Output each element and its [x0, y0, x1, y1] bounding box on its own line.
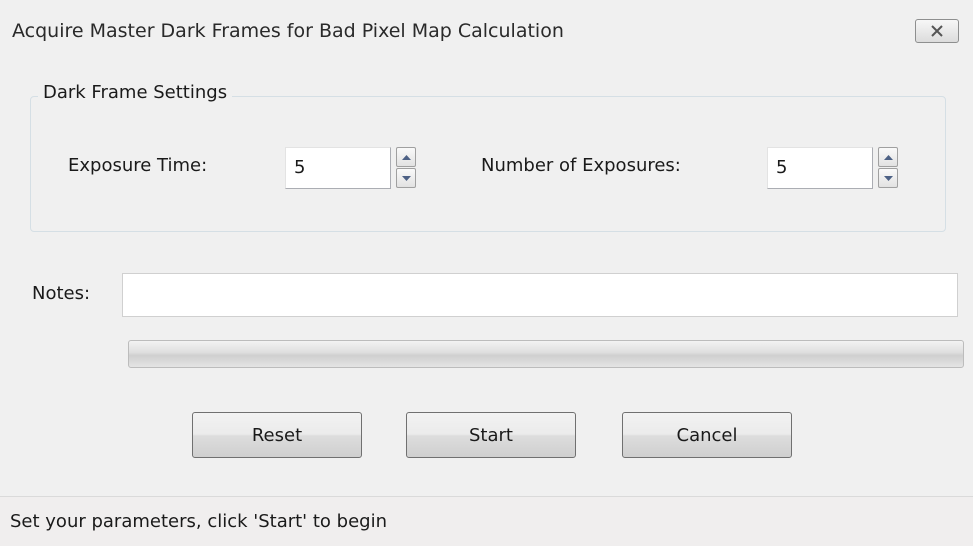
close-x-icon [931, 25, 943, 37]
exposure-time-spinner [396, 147, 416, 189]
notes-input[interactable] [122, 273, 958, 317]
arrow-up-icon [401, 154, 411, 160]
progress-bar [128, 340, 964, 368]
arrow-down-icon [883, 175, 893, 181]
arrow-down-icon [401, 175, 411, 181]
exposure-time-input[interactable]: 5 [285, 147, 391, 189]
arrow-up-icon [883, 154, 893, 160]
exposure-time-label: Exposure Time: [68, 155, 208, 176]
dialog-window: Acquire Master Dark Frames for Bad Pixel… [0, 0, 973, 546]
title-bar[interactable]: Acquire Master Dark Frames for Bad Pixel… [0, 0, 973, 64]
status-text: Set your parameters, click 'Start' to be… [10, 511, 387, 532]
number-of-exposures-down-button[interactable] [878, 168, 898, 188]
reset-button[interactable]: Reset [192, 412, 362, 458]
dark-frame-settings-legend: Dark Frame Settings [38, 82, 233, 103]
cancel-button[interactable]: Cancel [622, 412, 792, 458]
exposure-time-up-button[interactable] [396, 147, 416, 167]
start-button[interactable]: Start [406, 412, 576, 458]
number-of-exposures-up-button[interactable] [878, 147, 898, 167]
notes-label: Notes: [32, 283, 91, 304]
close-button[interactable] [915, 19, 959, 43]
number-of-exposures-spinner [878, 147, 898, 189]
exposure-time-down-button[interactable] [396, 168, 416, 188]
number-of-exposures-label: Number of Exposures: [481, 155, 681, 176]
status-bar: Set your parameters, click 'Start' to be… [0, 497, 973, 546]
number-of-exposures-input[interactable]: 5 [767, 147, 873, 189]
window-title: Acquire Master Dark Frames for Bad Pixel… [12, 20, 564, 42]
